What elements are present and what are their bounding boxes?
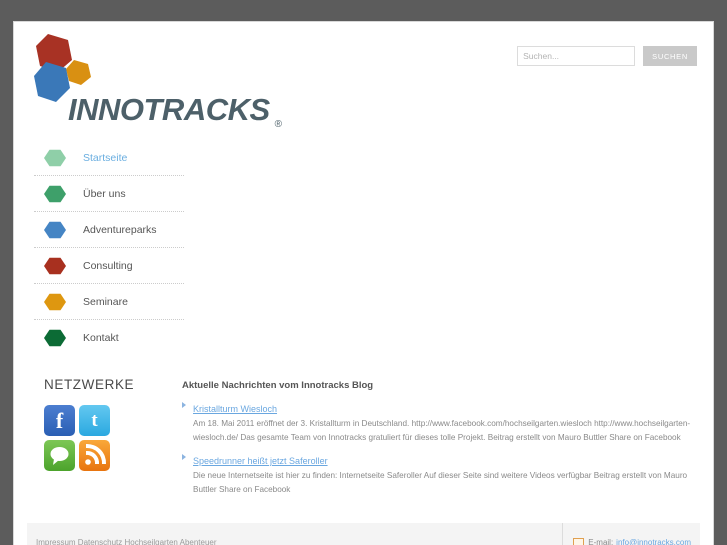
hexagon-icon (44, 293, 66, 310)
hexagon-icon (44, 149, 66, 166)
logo-wordmark-text: INNOTRACKS (68, 92, 270, 127)
page-card: SUCHEN INNOTRACKS ® Startseite Über uns (14, 22, 713, 545)
hexagon-icon (44, 257, 66, 274)
sidebar-item-ueber-uns[interactable]: Über uns (34, 176, 184, 212)
site-logo[interactable]: INNOTRACKS ® (20, 32, 282, 132)
sidebar-item-startseite[interactable]: Startseite (34, 140, 184, 176)
facebook-icon[interactable]: f (44, 405, 75, 436)
list-item: Speedrunner heißt jetzt Saferoller Die n… (182, 451, 702, 496)
envelope-icon (573, 537, 585, 545)
hexagon-icon (44, 185, 66, 202)
comment-bubble-glyph (50, 447, 69, 465)
sidebar-item-consulting[interactable]: Consulting (34, 248, 184, 284)
post-text: Die neue Internetseite ist hier zu finde… (193, 471, 688, 494)
page-title: Aktuelle Nachrichten vom Innotracks Blog (182, 380, 374, 391)
twitter-glyph: t (91, 409, 98, 431)
netzwerke-section: NETZWERKE f t (44, 377, 184, 471)
search-input[interactable] (517, 46, 636, 66)
email-link[interactable]: info@innotracks.com (616, 538, 691, 545)
blog-news-section: Aktuelle Nachrichten vom Innotracks Blog… (182, 380, 702, 503)
search-area: SUCHEN (517, 46, 697, 66)
social-icons-grid: f t (44, 405, 184, 471)
logo-wordmark: INNOTRACKS ® (68, 92, 282, 130)
sidebar-item-label: Startseite (83, 151, 128, 164)
post-link[interactable]: Kristallturm Wiesloch (193, 404, 277, 414)
facebook-glyph: f (55, 407, 64, 433)
sidebar-item-adventureparks[interactable]: Adventureparks (34, 212, 184, 248)
registered-mark-icon: ® (274, 119, 282, 131)
sidebar-item-label: Seminare (83, 295, 128, 308)
footer-links[interactable]: Impressum Datenschutz Hochseilgarten Abe… (36, 523, 217, 545)
comment-icon[interactable] (44, 440, 75, 471)
footer-contact: E-mail: info@innotracks.com (562, 523, 691, 545)
sidebar-item-kontakt[interactable]: Kontakt (34, 320, 184, 355)
bullet-icon (182, 454, 186, 461)
sidebar-item-label: Kontakt (83, 331, 119, 344)
rss-waves-glyph (85, 443, 107, 465)
hexagon-icon (44, 329, 66, 346)
hexagon-icon (44, 221, 66, 238)
sidebar-item-label: Adventureparks (83, 223, 157, 236)
list-item: Kristallturm Wiesloch Am 18. Mai 2011 er… (182, 399, 702, 444)
rss-icon[interactable] (79, 440, 110, 471)
netzwerke-heading: NETZWERKE (44, 377, 135, 392)
sidebar-item-label: Consulting (83, 259, 133, 272)
site-footer: Impressum Datenschutz Hochseilgarten Abe… (27, 523, 700, 545)
twitter-icon[interactable]: t (79, 405, 110, 436)
sidebar-item-label: Über uns (83, 187, 126, 200)
bullet-icon (182, 402, 186, 408)
search-button[interactable]: SUCHEN (643, 46, 697, 66)
post-link[interactable]: Speedrunner heißt jetzt Saferoller (193, 456, 328, 466)
email-label: E-mail: (588, 537, 614, 545)
main-navigation: Startseite Über uns Adventureparks Consu… (34, 140, 184, 355)
post-text: Am 18. Mai 2011 eröffnet der 3. Kristall… (193, 419, 691, 442)
sidebar-item-seminare[interactable]: Seminare (34, 284, 184, 320)
